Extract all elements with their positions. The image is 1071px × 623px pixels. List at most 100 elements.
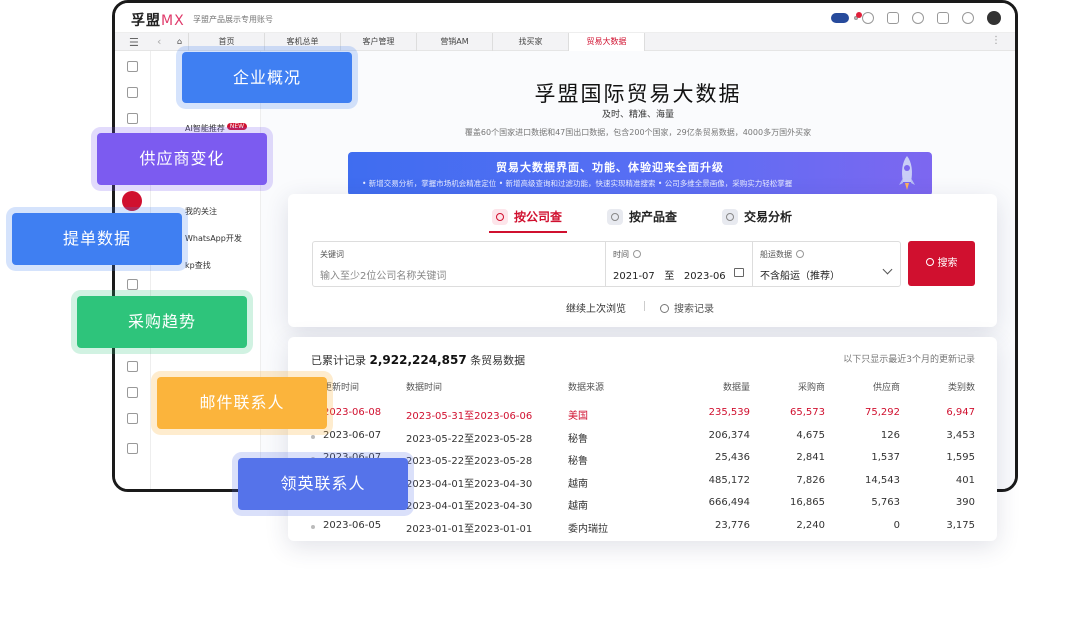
tab-orders[interactable]: 客机总单 xyxy=(265,33,341,51)
page-title: 孚盟国际贸易大数据 xyxy=(534,82,742,106)
cell-volume: 235,539 xyxy=(708,407,750,418)
banner-points: • 新增交易分析，掌握市场机会精准定位 • 新增高级查询和过滤功能，快速实现精准… xyxy=(362,179,793,188)
page-subtitle: 及时、精准、海量 xyxy=(601,110,674,120)
cell-source: 越南 xyxy=(568,478,588,490)
total-suffix: 条贸易数据 xyxy=(470,354,526,367)
tab-customers[interactable]: 客户管理 xyxy=(341,33,417,51)
rail-image-icon[interactable] xyxy=(127,87,138,98)
cell-volume: 206,374 xyxy=(708,429,750,441)
divider xyxy=(644,301,645,311)
rail-trade-data-icon[interactable] xyxy=(122,191,142,211)
help-icon[interactable] xyxy=(862,12,874,24)
time-range-field[interactable]: 时间 2021-07 至 2023-06 xyxy=(606,242,753,286)
cell-buyers: 7,826 xyxy=(796,474,825,486)
supplier-change-label: 供应商变化 xyxy=(97,133,267,185)
tab-label: 交易分析 xyxy=(744,210,793,224)
cell-buyers: 16,865 xyxy=(790,497,825,509)
cell-update-time: 2023-06-07 xyxy=(323,429,382,441)
tab-find-buyers[interactable]: 找买家 xyxy=(493,33,569,51)
search-card: 按公司查 按产品查 交易分析 关键词 输入至少2位公司名称关键词 时间 2021… xyxy=(288,194,997,327)
col-categories: 类别数 xyxy=(947,383,975,393)
time-to: 2023-06 xyxy=(683,271,726,282)
shipping-value: 不含船运（推荐） xyxy=(760,271,840,282)
top-toolbar xyxy=(831,11,1001,25)
more-icon[interactable]: ⋮ xyxy=(991,35,1001,46)
link-icon[interactable] xyxy=(937,12,949,24)
time-range-value: 2021-07 至 2023-06 xyxy=(613,267,726,282)
cell-categories: 3,453 xyxy=(946,429,975,441)
search-history-link[interactable]: 搜索记录 xyxy=(660,300,714,315)
search-icon xyxy=(925,258,934,266)
top-bar: 孚盟MX 孚盟产品展示专用账号 xyxy=(115,3,1015,33)
info-icon xyxy=(796,250,804,258)
cell-buyers: 4,675 xyxy=(796,429,825,441)
time-label: 时间 xyxy=(613,249,641,260)
rail-monitor-icon[interactable] xyxy=(127,413,138,424)
tab-trade-data[interactable]: 贸易大数据 xyxy=(569,33,645,51)
tab-trade-analysis[interactable]: 交易分析 xyxy=(722,208,792,225)
subnav-item-kp-search[interactable]: kp查找 xyxy=(185,260,211,271)
calendar-icon[interactable] xyxy=(734,268,744,277)
cell-suppliers: 0 xyxy=(893,520,900,531)
user-avatar[interactable] xyxy=(987,11,1001,25)
table-row[interactable]: 2023-06-07 2023-05-22至2023-05-28 秘鲁 206,374… xyxy=(288,430,997,450)
total-records: 已累计记录 2,922,224,857 条贸易数据 xyxy=(311,352,525,368)
search-button[interactable]: 搜索 xyxy=(908,241,975,286)
home-tab-icon[interactable]: ⌂ xyxy=(171,33,189,51)
col-suppliers: 供应商 xyxy=(872,383,900,393)
upgrade-banner[interactable]: 贸易大数据界面、功能、体验迎来全面升级 • 新增交易分析，掌握市场机会精准定位 … xyxy=(348,152,932,196)
clock-icon xyxy=(660,304,669,313)
tab-marketing[interactable]: 营销AM xyxy=(417,33,493,51)
clock-icon[interactable] xyxy=(962,12,974,24)
shipping-data-select[interactable]: 船运数据 不含船运（推荐） xyxy=(753,242,901,286)
tab-home[interactable]: 首页 xyxy=(189,33,265,51)
chevron-down-icon xyxy=(882,264,893,275)
notification-icon[interactable] xyxy=(854,12,862,20)
cell-suppliers: 14,543 xyxy=(865,474,900,486)
rail-settings-icon[interactable] xyxy=(127,443,138,454)
document-icon[interactable] xyxy=(887,12,899,24)
tab-search-by-product[interactable]: 按产品查 xyxy=(607,208,677,225)
cell-data-time: 2023-04-01至2023-04-30 xyxy=(406,478,533,490)
cell-categories: 390 xyxy=(955,497,975,509)
page-description: 覆盖60个国家进口数据和47国出口数据，包含200个国家，29亿条贸易数据，40… xyxy=(464,128,812,137)
language-toggle-icon[interactable] xyxy=(831,13,849,23)
menu-icon[interactable]: ☰ xyxy=(129,36,139,49)
table-row[interactable]: 2023-06-05 2023-01-01至2023-01-01 委内瑞拉 23,77… xyxy=(288,520,997,540)
tab-search-by-company[interactable]: 按公司查 xyxy=(492,208,562,225)
new-badge: NEW xyxy=(226,123,248,130)
keyword-label: 关键词 xyxy=(320,250,344,259)
subnav-item-following[interactable]: 我的关注 xyxy=(185,206,217,217)
cell-volume: 23,776 xyxy=(715,520,750,531)
search-tabs: 按公司查 按产品查 交易分析 xyxy=(288,208,997,234)
cell-data-time: 2023-01-01至2023-01-01 xyxy=(406,524,533,535)
bill-data-label: 提单数据 xyxy=(12,213,182,265)
company-overview-label: 企业概况 xyxy=(182,52,352,103)
cell-buyers: 2,240 xyxy=(796,520,825,531)
cell-data-time: 2023-05-22至2023-05-28 xyxy=(406,456,533,468)
back-arrow-icon[interactable]: ‹ xyxy=(157,35,161,48)
app-logo[interactable]: 孚盟MX xyxy=(131,10,185,30)
continue-browsing-link[interactable]: 继续上次浏览 xyxy=(566,300,626,315)
table-row[interactable]: 2023-06-08 2023-05-31至2023-06-06 美国 235,539… xyxy=(288,407,997,427)
logo-text: 孚盟 xyxy=(131,13,161,29)
rail-home-icon[interactable] xyxy=(127,61,138,72)
keyword-placeholder: 输入至少2位公司名称关键词 xyxy=(320,271,447,282)
rail-whatsapp-icon[interactable] xyxy=(127,387,138,398)
rail-file-icon[interactable] xyxy=(127,361,138,372)
rail-cart-icon[interactable] xyxy=(127,113,138,124)
keyword-field[interactable]: 关键词 输入至少2位公司名称关键词 xyxy=(313,242,606,286)
company-search-icon xyxy=(492,208,508,225)
subnav-item-whatsapp[interactable]: WhatsApp开发 xyxy=(185,233,242,244)
cell-volume: 485,172 xyxy=(708,474,750,486)
cell-buyers: 2,841 xyxy=(796,452,825,464)
subnav-item-label: AI智能推荐 xyxy=(185,124,225,133)
cell-suppliers: 126 xyxy=(880,429,900,441)
info-icon xyxy=(633,250,641,258)
left-rail xyxy=(115,51,151,489)
cell-source: 秘鲁 xyxy=(568,456,588,468)
cell-data-time: 2023-04-01至2023-04-30 xyxy=(406,501,533,513)
chat-icon[interactable] xyxy=(912,12,924,24)
rail-list-icon[interactable] xyxy=(127,279,138,290)
banner-title: 贸易大数据界面、功能、体验迎来全面升级 xyxy=(496,161,724,174)
